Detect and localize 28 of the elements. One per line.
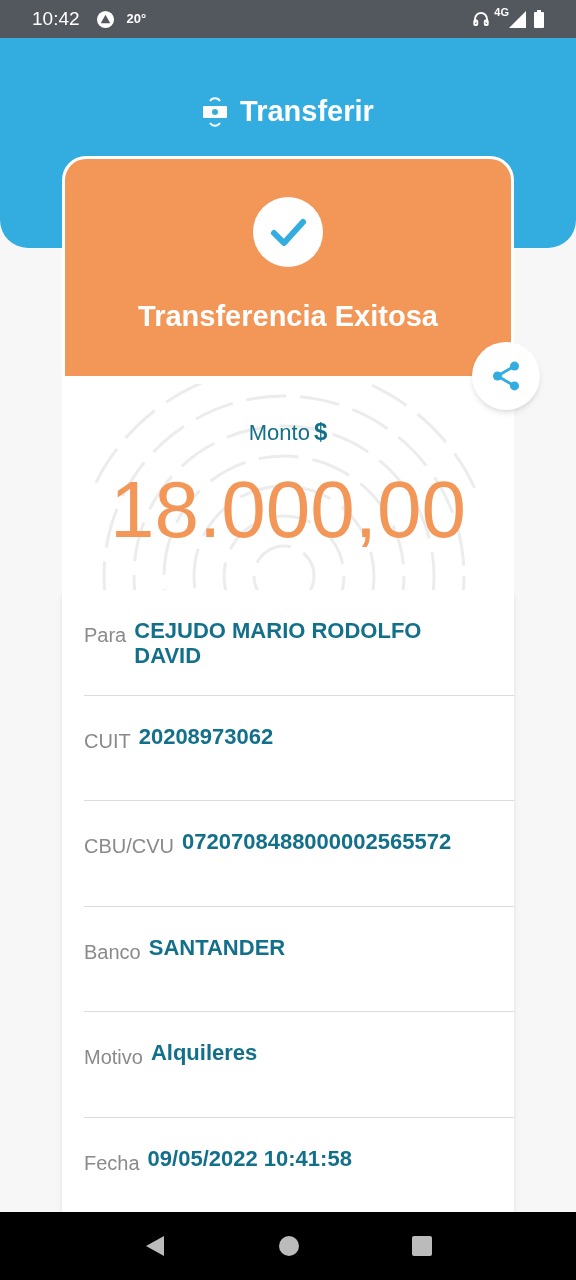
check-icon bbox=[253, 197, 323, 267]
currency-symbol: $ bbox=[313, 417, 328, 447]
detail-label: CBU/CVU bbox=[84, 834, 174, 859]
detail-value: 09/05/2022 10:41:58 bbox=[147, 1145, 352, 1171]
back-icon[interactable] bbox=[144, 1235, 166, 1257]
status-time: 10:42 bbox=[32, 6, 80, 31]
success-title: Transferencia Exitosa bbox=[138, 299, 438, 334]
detail-label: Banco bbox=[84, 939, 141, 965]
page-title: Transferir bbox=[240, 94, 374, 130]
detail-label: Motivo bbox=[84, 1045, 143, 1070]
network-type: 4G bbox=[494, 5, 509, 20]
home-icon[interactable] bbox=[278, 1235, 300, 1257]
detail-value: Alquileres bbox=[150, 1040, 258, 1065]
detail-value: CEJUDO MARIO RODOLFO DAVID bbox=[134, 618, 423, 668]
detail-value: 0720708488000002565572 bbox=[182, 829, 452, 854]
detail-value: SANTANDER bbox=[148, 934, 286, 960]
detail-label: Para bbox=[84, 623, 127, 648]
detail-label: Fecha bbox=[84, 1150, 140, 1176]
amount-label: Monto bbox=[248, 418, 310, 447]
detail-label: CUIT bbox=[84, 728, 131, 754]
temperature-text: 20° bbox=[126, 10, 147, 29]
detail-value: 20208973062 bbox=[138, 723, 274, 749]
signal-icon bbox=[509, 10, 526, 28]
battery-icon bbox=[534, 10, 544, 28]
amount-value: 18.000,00 bbox=[110, 470, 466, 550]
share-button[interactable] bbox=[472, 342, 540, 410]
money-transfer-icon bbox=[202, 96, 229, 128]
headphones-icon bbox=[472, 10, 491, 28]
